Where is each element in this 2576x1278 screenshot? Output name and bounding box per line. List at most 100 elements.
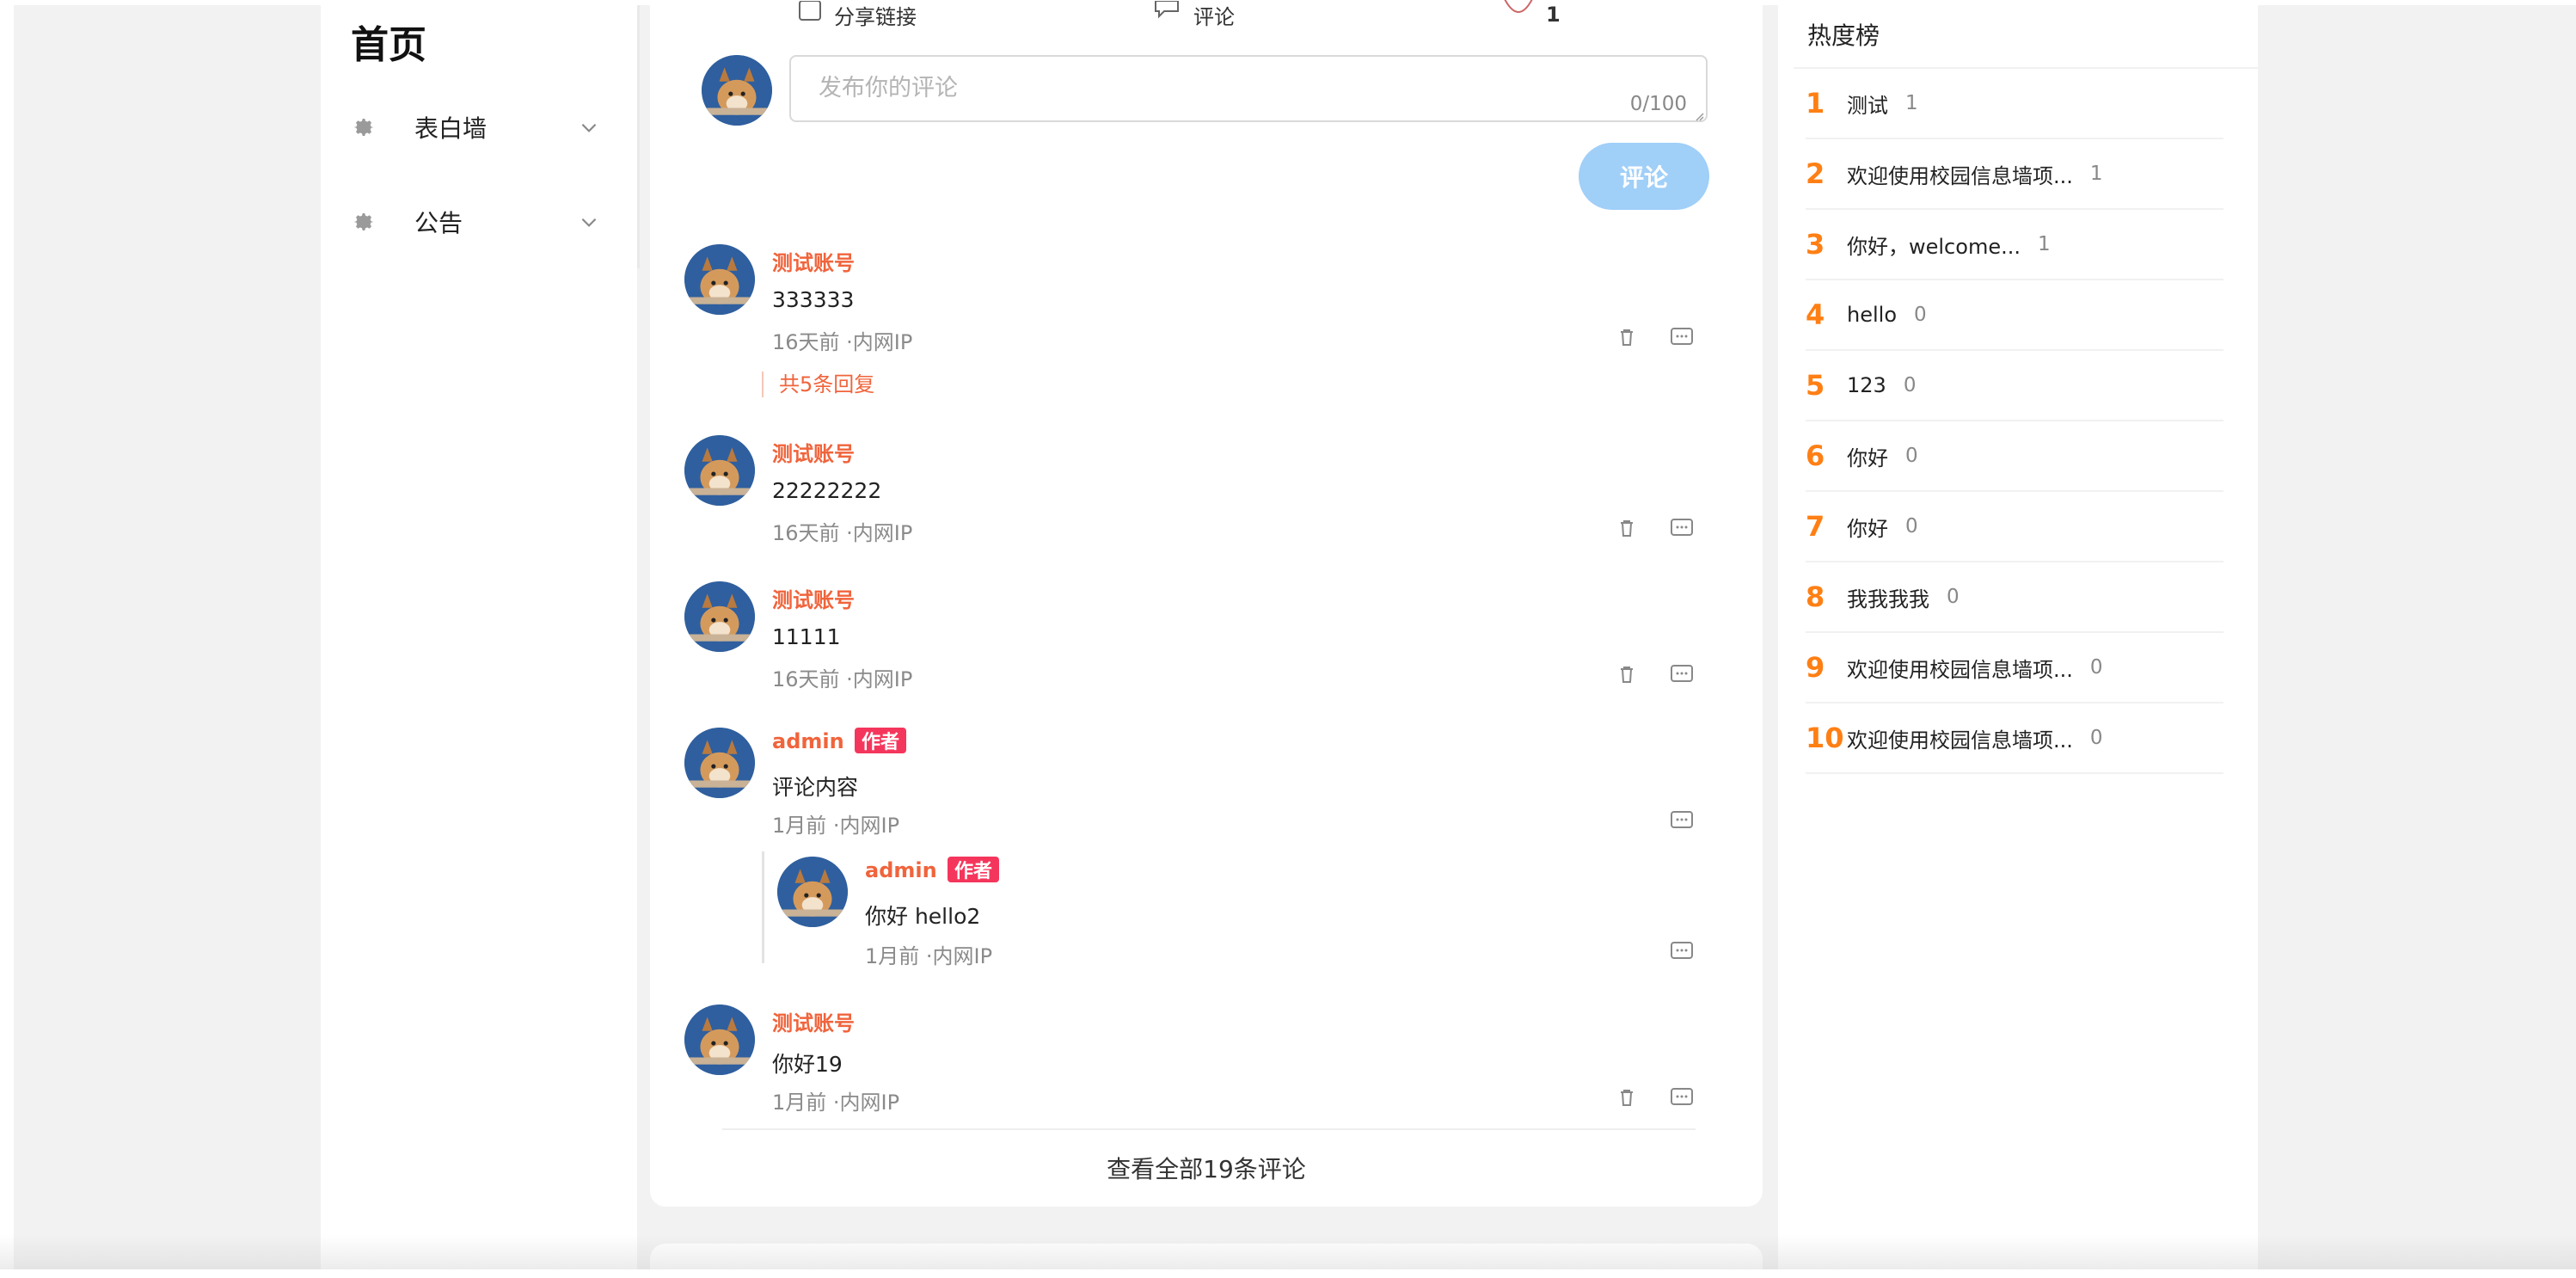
hot-count: 0 (2089, 656, 2103, 679)
comment-meta: 16天前 ·内网IP (772, 330, 913, 354)
gear-icon (351, 114, 377, 140)
hot-list-item[interactable]: 8 我我我我 0 (1806, 562, 2223, 633)
chevron-down-icon (578, 211, 600, 233)
resize-handle-icon[interactable] (1694, 108, 1704, 121)
reply-meta: 1月前 ·内网IP (865, 944, 993, 968)
hot-list-item[interactable]: 3 你好，welcome... 1 (1806, 210, 2223, 280)
reply-icon[interactable] (1670, 516, 1694, 540)
hot-rank: 1 (1806, 87, 1825, 120)
comment-author[interactable]: 测试账号 (772, 583, 855, 613)
view-all-comments-link[interactable]: 查看全部19条评论 (650, 1151, 1763, 1185)
char-counter: 0/100 (1629, 93, 1687, 115)
hot-count: 0 (1905, 515, 1918, 538)
share-link-button[interactable]: 分享链接 (798, 0, 917, 29)
hot-list-item[interactable]: 1 测试 1 (1806, 69, 2223, 139)
comment-author[interactable]: 测试账号 (772, 1006, 855, 1036)
hot-count: 0 (1905, 445, 1918, 467)
delete-icon[interactable] (1615, 1085, 1639, 1109)
sidebar-item-announcement[interactable]: 公告 (351, 196, 600, 248)
comment-text: 你好19 (772, 1052, 843, 1077)
reply-icon[interactable] (1670, 1085, 1694, 1109)
delete-icon[interactable] (1615, 662, 1639, 686)
hot-title: 你好 (1847, 445, 1888, 470)
comment-meta: 16天前 ·内网IP (772, 667, 913, 691)
hot-title: 欢迎使用校园信息墙项... (1847, 163, 2073, 188)
hot-list-item[interactable]: 2 欢迎使用校园信息墙项... 1 (1806, 139, 2223, 210)
comment-action-button[interactable]: 评论 (1154, 0, 1235, 29)
hot-count: 0 (1903, 374, 1917, 396)
comment-input-placeholder: 发布你的评论 (819, 75, 958, 101)
page-title: 首页 (351, 23, 426, 67)
reply-text: 你好 hello2 (865, 904, 981, 929)
hot-list-item[interactable]: 4 hello 0 (1806, 280, 2223, 351)
avatar (684, 244, 755, 315)
hot-title: 欢迎使用校园信息墙项... (1847, 657, 2073, 682)
reply-author[interactable]: admin (865, 858, 937, 882)
like-count: 1 (1546, 3, 1561, 27)
hot-rank: 9 (1806, 651, 1825, 684)
left-sidebar (321, 5, 637, 1269)
avatar (684, 1005, 755, 1075)
hot-title: 我我我我 (1847, 587, 1929, 611)
reply-icon[interactable] (1670, 325, 1694, 349)
reply-icon[interactable] (1670, 662, 1694, 686)
gear-icon (351, 209, 377, 235)
share-label: 分享链接 (834, 4, 917, 29)
like-button[interactable]: 1 (1503, 0, 1561, 29)
delete-icon[interactable] (1615, 516, 1639, 540)
comment-input[interactable]: 发布你的评论 0/100 (789, 55, 1708, 122)
reply-icon[interactable] (1670, 808, 1694, 833)
hot-rank: 6 (1806, 439, 1825, 472)
comment-text: 22222222 (772, 478, 882, 503)
sidebar-item-label: 表白墙 (414, 114, 488, 143)
comment-text: 333333 (772, 287, 855, 312)
hot-count: 0 (2089, 727, 2103, 749)
hot-rank: 5 (1806, 369, 1825, 402)
comment-author[interactable]: 测试账号 (772, 246, 855, 276)
bottom-shadow (0, 1235, 2576, 1269)
hot-rank: 4 (1806, 298, 1825, 331)
reply-summary-link[interactable]: 共5条回复 (762, 372, 874, 397)
heart-icon (1503, 0, 1534, 30)
hot-rank: 8 (1806, 581, 1825, 613)
avatar (684, 728, 755, 798)
comment-text: 评论内容 (772, 775, 859, 800)
avatar (684, 581, 755, 652)
hot-count: 1 (1905, 92, 1918, 114)
sidebar-divider (637, 5, 640, 268)
comment-icon (1154, 0, 1181, 28)
hot-count: 0 (1914, 304, 1927, 326)
hot-list-item[interactable]: 10 欢迎使用校园信息墙项... 0 (1806, 704, 2223, 774)
reply-icon[interactable] (1670, 939, 1694, 963)
sidebar-item-label: 公告 (414, 209, 463, 237)
hot-title: 你好，welcome... (1847, 234, 2021, 259)
share-icon (798, 0, 822, 28)
comment-meta: 1月前 ·内网IP (772, 814, 900, 838)
hot-list-item[interactable]: 5 123 0 (1806, 351, 2223, 421)
comment-meta: 1月前 ·内网IP (772, 1091, 900, 1115)
hot-title: hello (1847, 303, 1897, 327)
avatar (684, 435, 755, 506)
hot-title: 测试 (1847, 93, 1888, 118)
hot-rank: 2 (1806, 157, 1825, 190)
comment-action-label: 评论 (1193, 4, 1235, 29)
author-badge: 作者 (855, 728, 907, 753)
comment-meta: 16天前 ·内网IP (772, 521, 913, 545)
avatar (777, 857, 848, 927)
hot-list-item[interactable]: 9 欢迎使用校园信息墙项... 0 (1806, 633, 2223, 704)
hot-rank: 3 (1806, 228, 1825, 261)
comment-author[interactable]: 测试账号 (772, 437, 855, 467)
divider (722, 1128, 1696, 1130)
delete-icon[interactable] (1615, 325, 1639, 349)
reply-thread-line (762, 851, 764, 963)
comment-text: 11111 (772, 624, 841, 649)
hot-title: 你好 (1847, 516, 1888, 541)
hot-list-item[interactable]: 7 你好 0 (1806, 492, 2223, 562)
comment-author[interactable]: admin (772, 729, 844, 753)
submit-comment-button[interactable]: 评论 (1579, 143, 1709, 210)
hot-count: 1 (2037, 233, 2051, 255)
hot-title: 123 (1847, 373, 1886, 397)
chevron-down-icon (578, 116, 600, 138)
sidebar-item-confession-wall[interactable]: 表白墙 (351, 101, 600, 153)
hot-list-item[interactable]: 6 你好 0 (1806, 421, 2223, 492)
